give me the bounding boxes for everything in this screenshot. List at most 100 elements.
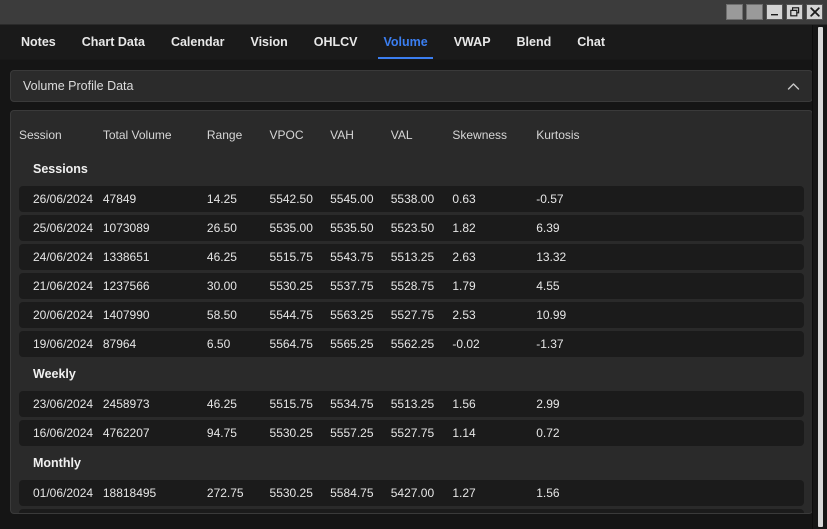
cell-kurtosis: 10.99 (536, 302, 804, 328)
tab-volume[interactable]: Volume (370, 25, 440, 59)
tab-chart-data[interactable]: Chart Data (69, 25, 158, 59)
column-header-total-volume[interactable]: Total Volume (103, 124, 207, 152)
cell-total-volume: 18818495 (102, 480, 207, 506)
section-header-row: Monthly (19, 449, 804, 477)
cell-vah: 5535.50 (330, 215, 391, 241)
cell-vpoc: 5530.25 (269, 420, 331, 446)
restore-button[interactable] (786, 4, 803, 20)
cell-vah: 5537.75 (330, 273, 391, 299)
tab-label: Blend (516, 35, 552, 49)
column-header-session[interactable]: Session (19, 124, 103, 152)
close-icon (809, 7, 820, 17)
tab-label: Vision (250, 35, 288, 49)
cell-kurtosis: 6.26 (536, 509, 804, 513)
cell-skewness: 2.53 (452, 302, 537, 328)
table-row[interactable]: 23/06/2024 2458973 46.25 5515.75 5534.75 5513… (19, 391, 804, 417)
cell-range: 330.00 (206, 509, 270, 513)
tab-blend[interactable]: Blend (504, 25, 565, 59)
titlebar-button-1[interactable] (726, 4, 743, 20)
cell-total-volume: 28269680 (102, 509, 207, 513)
title-bar (0, 0, 827, 25)
cell-range: 94.75 (206, 420, 270, 446)
minimize-button[interactable] (766, 4, 783, 20)
tab-label: Chart Data (81, 35, 145, 49)
cell-vpoc: 5530.25 (269, 273, 331, 299)
cell-kurtosis: 0.72 (536, 420, 804, 446)
tab-label: OHLCV (313, 35, 358, 49)
tab-vision[interactable]: Vision (237, 25, 300, 59)
cell-session: 26/06/2024 (19, 186, 103, 212)
tab-bar: Notes Chart Data Calendar Vision OHLCV V… (0, 25, 827, 60)
cell-val: 5290.00 (390, 509, 453, 513)
section-label: Sessions (33, 162, 88, 176)
tab-ohlcv[interactable]: OHLCV (301, 25, 371, 59)
volume-profile-panel-header[interactable]: Volume Profile Data (10, 70, 813, 102)
window-scrollbar[interactable] (812, 25, 827, 529)
column-header-skewness[interactable]: Skewness (452, 124, 536, 152)
table-header-row: Session Total Volume Range VPOC VAH VAL … (19, 124, 804, 152)
cell-session: 19/06/2024 (19, 331, 103, 357)
column-header-val[interactable]: VAL (391, 124, 453, 152)
cell-total-volume: 4762207 (102, 420, 207, 446)
cell-total-volume: 1073089 (102, 215, 207, 241)
cell-vpoc: 5530.25 (269, 480, 331, 506)
close-button[interactable] (806, 4, 823, 20)
tab-chat[interactable]: Chat (564, 25, 618, 59)
panel-title: Volume Profile Data (23, 79, 134, 93)
table-row[interactable]: 25/06/2024 1073089 26.50 5535.00 5535.50 5523… (19, 215, 804, 241)
cell-vah: 5534.75 (330, 391, 391, 417)
titlebar-button-2[interactable] (746, 4, 763, 20)
cell-skewness: 1.79 (452, 273, 537, 299)
cell-range: 6.50 (206, 331, 270, 357)
window-controls (726, 4, 823, 20)
column-header-vah[interactable]: VAH (330, 124, 391, 152)
column-header-kurtosis[interactable]: Kurtosis (536, 124, 804, 152)
cell-val: 5538.00 (390, 186, 453, 212)
tab-vwap[interactable]: VWAP (441, 25, 504, 59)
app-window: Notes Chart Data Calendar Vision OHLCV V… (0, 0, 827, 529)
section-label: Monthly (33, 456, 81, 470)
cell-vah: 5543.75 (330, 244, 391, 270)
cell-skewness: 1.94 (452, 509, 537, 513)
table-row[interactable]: 21/06/2024 1237566 30.00 5530.25 5537.75 5528… (19, 273, 804, 299)
window-scrollbar-thumb[interactable] (818, 27, 823, 527)
cell-range: 46.25 (206, 391, 270, 417)
cell-session: 01/06/2024 (19, 480, 103, 506)
cell-val: 5513.25 (390, 391, 453, 417)
cell-session: 25/06/2024 (19, 215, 103, 241)
tab-label: Calendar (170, 35, 225, 49)
tab-calendar[interactable]: Calendar (158, 25, 238, 59)
table-row[interactable]: 19/06/2024 87964 6.50 5564.75 5565.25 5562.25… (19, 331, 804, 357)
column-header-vpoc[interactable]: VPOC (270, 124, 331, 152)
cell-val: 5523.50 (390, 215, 453, 241)
cell-skewness: -0.02 (452, 331, 537, 357)
tab-label: Volume (383, 35, 428, 49)
table-row[interactable]: 16/06/2024 4762207 94.75 5530.25 5557.25 5527… (19, 420, 804, 446)
table-row[interactable]: 01/05/202428269680330.005362.005412.5052… (19, 509, 804, 513)
cell-range: 30.00 (206, 273, 270, 299)
table-header: Session Total Volume Range VPOC VAH VAL … (19, 124, 804, 152)
table-row[interactable]: 24/06/2024 1338651 46.25 5515.75 5543.75 5513… (19, 244, 804, 270)
cell-val: 5527.75 (390, 302, 453, 328)
table-row[interactable]: 26/06/2024 47849 14.25 5542.50 5545.00 5538.0… (19, 186, 804, 212)
cell-range: 46.25 (206, 244, 270, 270)
chevron-up-icon[interactable] (786, 79, 800, 93)
section-header-row: Sessions (19, 155, 804, 183)
cell-kurtosis: 4.55 (536, 273, 804, 299)
cell-session: 21/06/2024 (19, 273, 103, 299)
tab-notes[interactable]: Notes (8, 25, 69, 59)
cell-range: 14.25 (206, 186, 270, 212)
table-row[interactable]: 01/06/2024 18818495 272.75 5530.25 5584.75 54… (19, 480, 804, 506)
cell-vah: 5412.50 (330, 509, 391, 513)
cell-val: 5527.75 (390, 420, 453, 446)
column-header-range[interactable]: Range (207, 124, 270, 152)
cell-session: 16/06/2024 (19, 420, 103, 446)
cell-vah: 5565.25 (330, 331, 391, 357)
cell-val: 5528.75 (390, 273, 453, 299)
table-row[interactable]: 20/06/2024 1407990 58.50 5544.75 5563.25 5527… (19, 302, 804, 328)
cell-vpoc: 5542.50 (269, 186, 331, 212)
cell-skewness: 2.63 (452, 244, 537, 270)
cell-vah: 5584.75 (330, 480, 391, 506)
cell-vah: 5557.25 (330, 420, 391, 446)
cell-kurtosis: 13.32 (536, 244, 804, 270)
